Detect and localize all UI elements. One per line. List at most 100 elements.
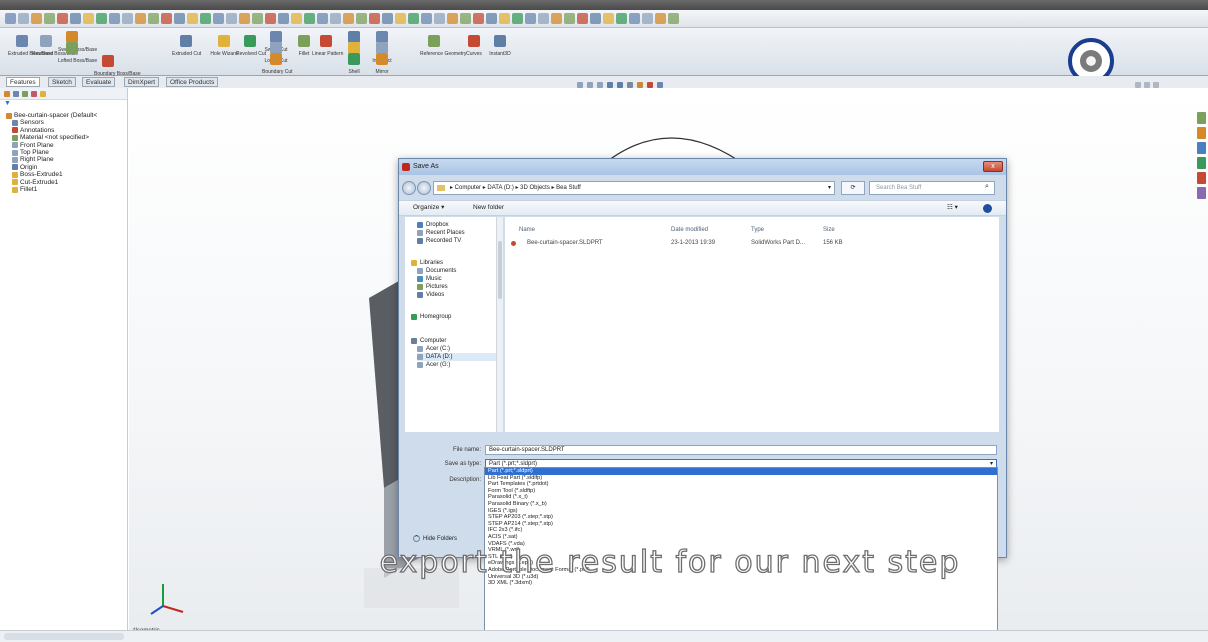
view-palette-icon[interactable]: [1197, 157, 1206, 169]
toolbar-tool-icon[interactable]: [161, 13, 172, 24]
column-header-date-modified[interactable]: Date modified: [671, 227, 708, 233]
ribbon-button-shell[interactable]: Shell: [340, 52, 368, 76]
toolbar-tool-icon[interactable]: [317, 13, 328, 24]
toolbar-tool-icon[interactable]: [44, 13, 55, 24]
nav-item[interactable]: Documents: [417, 267, 456, 275]
file-name-input[interactable]: Bee-curtain-spacer.SLDPRT: [485, 445, 997, 455]
toolbar-tool-icon[interactable]: [330, 13, 341, 24]
nav-item[interactable]: Libraries: [411, 259, 443, 267]
file-type-option[interactable]: Part Templates (*.prtdot): [485, 481, 997, 488]
panel-tab-office-products[interactable]: Office Products: [166, 77, 219, 87]
column-header-name[interactable]: Name: [519, 227, 535, 233]
ribbon-button-curves[interactable]: Curves: [460, 34, 488, 58]
toolbar-tool-icon[interactable]: [239, 13, 250, 24]
nav-item[interactable]: Acer (G:): [417, 361, 450, 369]
toolbar-tool-icon[interactable]: [278, 13, 289, 24]
tree-item[interactable]: Bee-curtain-spacer (Default<: [6, 112, 127, 119]
nav-item[interactable]: DATA (D:): [417, 353, 502, 361]
appearances-scenes-icon[interactable]: [1197, 172, 1206, 184]
toolbar-tool-icon[interactable]: [551, 13, 562, 24]
nav-item[interactable]: Music: [417, 275, 442, 283]
tree-item[interactable]: Top Plane: [6, 149, 127, 156]
tree-item[interactable]: Front Plane: [6, 142, 127, 149]
ribbon-button-lofted-boss-base[interactable]: Lofted Boss/Base: [58, 41, 97, 65]
toolbar-tool-icon[interactable]: [629, 13, 640, 24]
tree-horizontal-scrollbar[interactable]: [4, 633, 124, 640]
toolbar-tool-icon[interactable]: [655, 13, 666, 24]
toolbar-tool-icon[interactable]: [447, 13, 458, 24]
file-row[interactable]: Bee-curtain-spacer.SLDPRT 23-1-2013 19:39…: [509, 239, 989, 248]
nav-pane-scrollbar[interactable]: [496, 217, 503, 432]
panel-tab-features[interactable]: Features: [6, 77, 40, 87]
refresh-button[interactable]: ⟳: [841, 181, 865, 195]
file-type-option[interactable]: ACIS (*.sat): [485, 534, 997, 541]
tree-item[interactable]: Cut-Extrude1: [6, 179, 127, 186]
view-options-icon[interactable]: ☷ ▾: [947, 201, 958, 215]
toolbar-tool-icon[interactable]: [590, 13, 601, 24]
address-bar[interactable]: ▸ Computer ▸ DATA (D:) ▸ 3D Objects ▸ Be…: [433, 181, 835, 195]
toolbar-tool-icon[interactable]: [343, 13, 354, 24]
toolbar-tool-icon[interactable]: [265, 13, 276, 24]
file-explorer-icon[interactable]: [1197, 142, 1206, 154]
design-library-icon[interactable]: [1197, 127, 1206, 139]
file-type-option[interactable]: Form Tool (*.sldftp): [485, 488, 997, 495]
tree-item[interactable]: Origin: [6, 164, 127, 171]
nav-item[interactable]: Homegroup: [411, 313, 451, 321]
toolbar-tool-icon[interactable]: [291, 13, 302, 24]
toolbar-tool-icon[interactable]: [603, 13, 614, 24]
toolbar-tool-icon[interactable]: [31, 13, 42, 24]
ribbon-button-linear-pattern[interactable]: Linear Pattern: [312, 34, 343, 58]
ribbon-button-revolved-boss-base[interactable]: Revolved Boss/Base: [32, 34, 78, 58]
close-button[interactable]: x: [983, 161, 1003, 172]
nav-item[interactable]: Videos: [417, 291, 444, 299]
ribbon-button-mirror[interactable]: Mirror: [368, 52, 396, 76]
minimize-viewport-icon[interactable]: [1135, 82, 1141, 88]
toolbar-tool-icon[interactable]: [148, 13, 159, 24]
toolbar-tool-icon[interactable]: [499, 13, 510, 24]
ribbon-button-boundary-boss-base[interactable]: Boundary Boss/Base: [94, 54, 141, 78]
filter-icon[interactable]: ▼: [0, 100, 127, 108]
file-type-option[interactable]: Part (*.prt;*.sldprt): [485, 468, 997, 475]
toolbar-tool-icon[interactable]: [70, 13, 81, 24]
file-type-option[interactable]: STEP AP203 (*.step;*.stp): [485, 514, 997, 521]
panel-tab-evaluate[interactable]: Evaluate: [82, 77, 116, 87]
toolbar-tool-icon[interactable]: [564, 13, 575, 24]
toolbar-tool-icon[interactable]: [252, 13, 263, 24]
toolbar-tool-icon[interactable]: [538, 13, 549, 24]
toolbar-tool-icon[interactable]: [213, 13, 224, 24]
file-type-option[interactable]: Parasolid Binary (*.x_b): [485, 501, 997, 508]
tree-item[interactable]: Material <not specified>: [6, 134, 127, 141]
toolbar-tool-icon[interactable]: [304, 13, 315, 24]
toolbar-tool-icon[interactable]: [408, 13, 419, 24]
display-manager-icon[interactable]: [40, 90, 46, 97]
toolbar-tool-icon[interactable]: [174, 13, 185, 24]
tree-item[interactable]: Boss-Extrude1: [6, 171, 127, 178]
toolbar-tool-icon[interactable]: [369, 13, 380, 24]
property-manager-icon[interactable]: [13, 90, 19, 97]
nav-item[interactable]: Recent Places: [417, 229, 465, 237]
toolbar-tool-icon[interactable]: [96, 13, 107, 24]
solidworks-resources-icon[interactable]: [1197, 112, 1206, 124]
toolbar-tool-icon[interactable]: [226, 13, 237, 24]
hide-folders-button[interactable]: ^ Hide Folders: [413, 535, 457, 542]
toolbar-tool-icon[interactable]: [421, 13, 432, 24]
feature-manager-icon[interactable]: [4, 90, 10, 97]
ribbon-button-extruded-cut[interactable]: Extruded Cut: [172, 34, 201, 58]
tree-item[interactable]: Annotations: [6, 127, 127, 134]
toolbar-tool-icon[interactable]: [512, 13, 523, 24]
toolbar-tool-icon[interactable]: [18, 13, 29, 24]
nav-item[interactable]: Recorded TV: [417, 237, 461, 245]
scroll-thumb[interactable]: [498, 241, 502, 299]
nav-item[interactable]: Dropbox: [417, 221, 449, 229]
file-type-option[interactable]: Lib Feat Part (*.sldlfp): [485, 475, 997, 482]
toolbar-tool-icon[interactable]: [668, 13, 679, 24]
ribbon-button-reference-geometry[interactable]: Reference Geometry: [420, 34, 466, 58]
ribbon-button-boundary-cut[interactable]: Boundary Cut: [262, 52, 293, 76]
toolbar-tool-icon[interactable]: [616, 13, 627, 24]
toolbar-tool-icon[interactable]: [395, 13, 406, 24]
nav-item[interactable]: Computer: [411, 337, 446, 345]
toolbar-tool-icon[interactable]: [57, 13, 68, 24]
panel-tab-sketch[interactable]: Sketch: [48, 77, 76, 87]
toolbar-tool-icon[interactable]: [577, 13, 588, 24]
toolbar-tool-icon[interactable]: [382, 13, 393, 24]
